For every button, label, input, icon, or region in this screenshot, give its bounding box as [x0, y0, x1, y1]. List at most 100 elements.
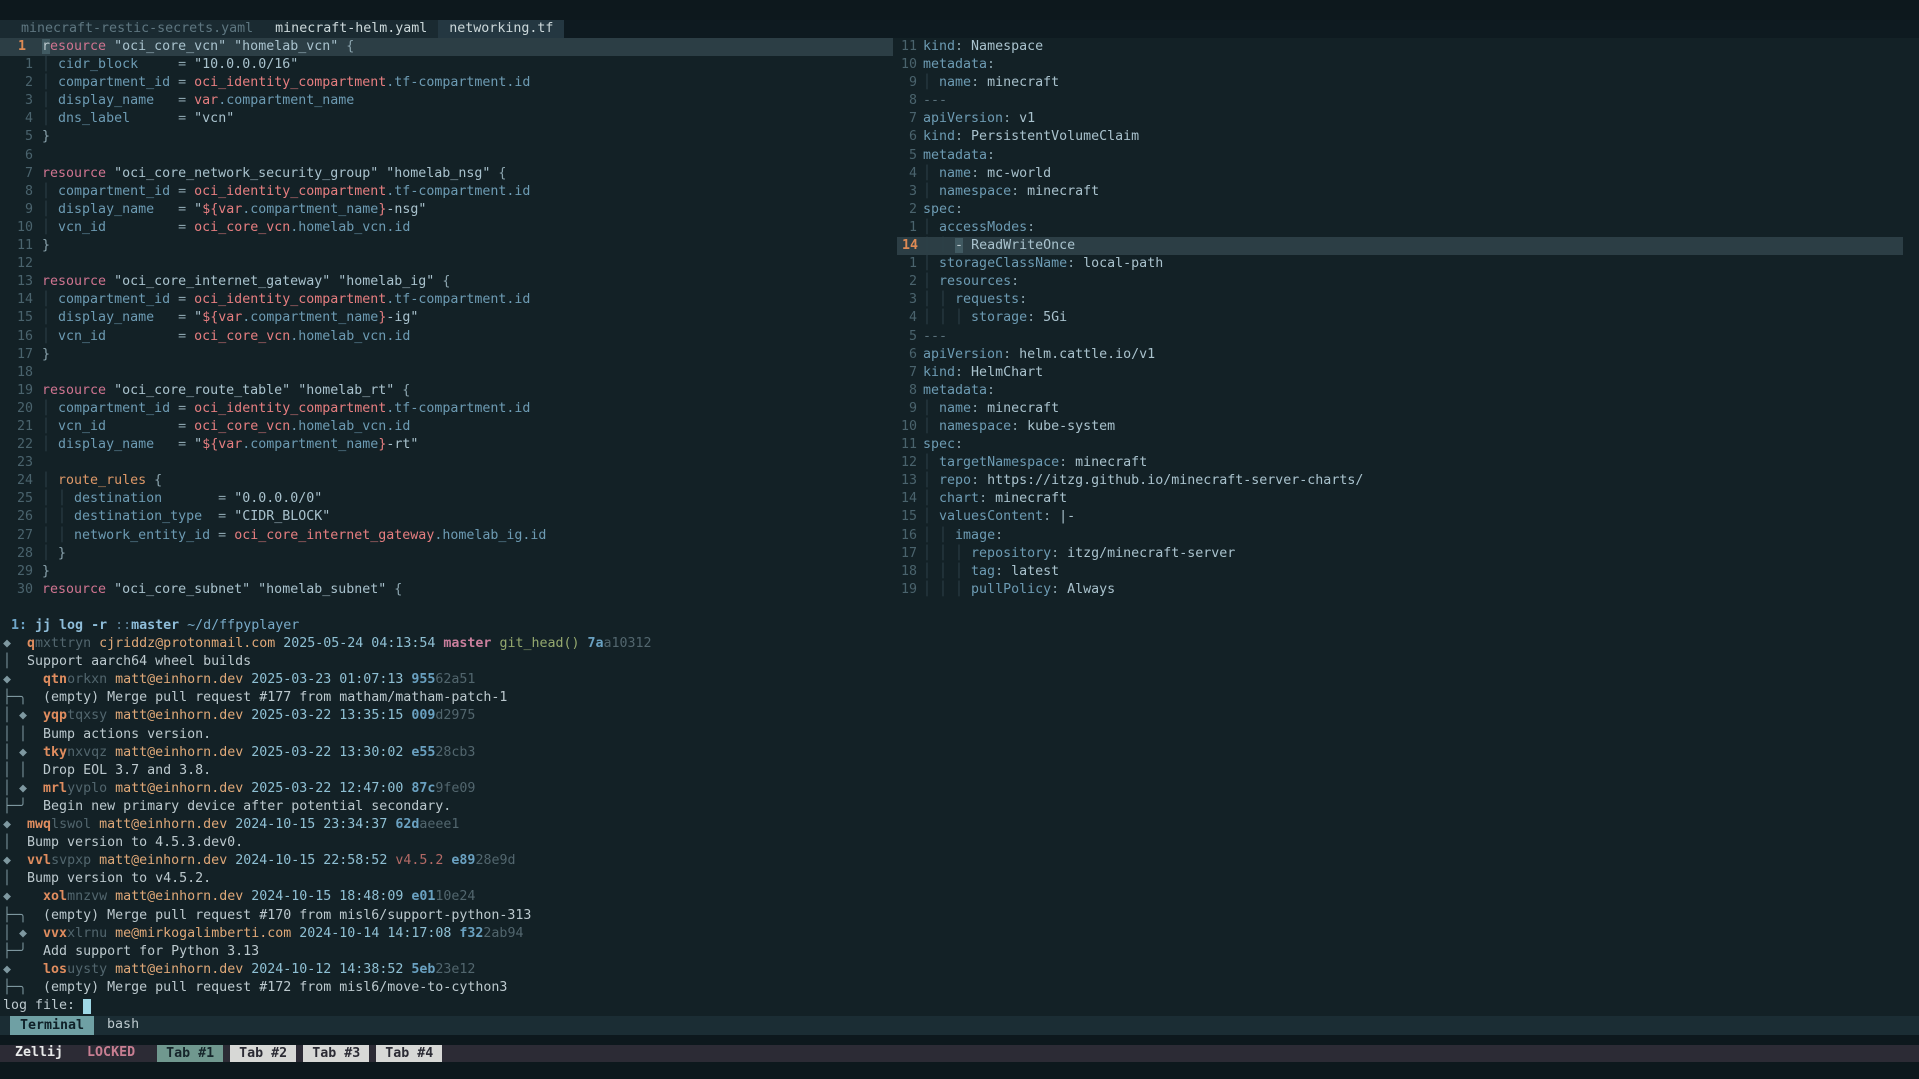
- line-number: 19: [897, 581, 923, 599]
- code-line: 6: [0, 147, 893, 165]
- bufferline-tabs: minecraft-restic-secrets.yamlminecraft-h…: [0, 20, 564, 38]
- line-number: 12: [897, 454, 923, 472]
- terminal-line: ├─╮ (empty) Merge pull request #170 from…: [3, 907, 1919, 925]
- line-number: 2: [0, 74, 42, 92]
- terminal-pane[interactable]: 1: jj log -r ::master ~/d/ffpyplayer◆ qm…: [0, 617, 1919, 1017]
- line-number: 23: [0, 454, 42, 472]
- zellij-tab[interactable]: Tab #3: [303, 1045, 369, 1062]
- code-line: 11kind: Namespace: [897, 38, 1903, 56]
- line-number: 9: [897, 74, 923, 92]
- code-line: 4│ │ │ storage: 5Gi: [897, 309, 1903, 327]
- line-number: 28: [0, 545, 42, 563]
- code-line: 2│ compartment_id = oci_identity_compart…: [0, 74, 893, 92]
- code-line: 19resource "oci_core_route_table" "homel…: [0, 382, 893, 400]
- code-line: 6kind: PersistentVolumeClaim: [897, 128, 1903, 146]
- code-line: 11spec:: [897, 436, 1903, 454]
- line-number: 13: [0, 273, 42, 291]
- line-number: 3: [0, 92, 42, 110]
- zellij-mode-indicator: LOCKED: [87, 1044, 135, 1062]
- code-line: 19│ │ │ pullPolicy: Always: [897, 581, 1903, 599]
- terminal-line: ├─╮ (empty) Merge pull request #177 from…: [3, 689, 1919, 707]
- line-number: 24: [0, 472, 42, 490]
- terminal-input-row[interactable]: log file:: [3, 997, 1919, 1015]
- line-number: 16: [0, 328, 42, 346]
- line-number: 16: [897, 527, 923, 545]
- zellij-tabs: Tab #1 Tab #2 Tab #3 Tab #4: [157, 1045, 442, 1062]
- code-line: 9│ display_name = "${var.compartment_nam…: [0, 201, 893, 219]
- editor-pane-networking-tf[interactable]: 1resource "oci_core_vcn" "homelab_vcn" {…: [0, 38, 893, 617]
- code-line: 7kind: HelmChart: [897, 364, 1903, 382]
- line-number: 22: [0, 436, 42, 454]
- line-number: 12: [0, 255, 42, 273]
- code-line: 17}: [0, 346, 893, 364]
- terminal-tab-badge[interactable]: Terminal: [10, 1016, 94, 1035]
- terminal-line: │ ◆ yqptqxsy matt@einhorn.dev 2025-03-22…: [3, 707, 1919, 725]
- line-number: 7: [897, 364, 923, 382]
- terminal-line: │ ◆ tkynxvqz matt@einhorn.dev 2025-03-22…: [3, 744, 1919, 762]
- line-number: 20: [0, 400, 42, 418]
- code-line: 30resource "oci_core_subnet" "homelab_su…: [0, 581, 893, 599]
- line-number: 26: [0, 508, 42, 526]
- helix-editor: minecraft-restic-secrets.yamlminecraft-h…: [0, 20, 1919, 617]
- terminal-tab-bar: Terminal bash: [0, 1016, 1919, 1035]
- code-line: 22│ display_name = "${var.compartment_na…: [0, 436, 893, 454]
- line-number: 9: [0, 201, 42, 219]
- code-line: 8│ compartment_id = oci_identity_compart…: [0, 183, 893, 201]
- code-line: 1│ accessModes:: [897, 219, 1903, 237]
- code-line: 14│ compartment_id = oci_identity_compar…: [0, 291, 893, 309]
- line-number: 6: [0, 147, 42, 165]
- zellij-tab[interactable]: Tab #1: [157, 1045, 223, 1062]
- line-number: 21: [0, 418, 42, 436]
- jj-log-output: 1: jj log -r ::master ~/d/ffpyplayer◆ qm…: [3, 617, 1919, 997]
- code-line: 7apiVersion: v1: [897, 110, 1903, 128]
- buffer-tab[interactable]: minecraft-helm.yaml: [264, 20, 438, 38]
- code-line: 21│ vcn_id = oci_core_vcn.homelab_vcn.id: [0, 418, 893, 436]
- line-number: 11: [897, 38, 923, 56]
- terminal-line: │ │ Bump actions version.: [3, 726, 1919, 744]
- line-number: 8: [0, 183, 42, 201]
- code-line: 27│ │ network_entity_id = oci_core_inter…: [0, 527, 893, 545]
- code-line: 1│ cidr_block = "10.0.0.0/16": [0, 56, 893, 74]
- line-number: 4: [897, 309, 923, 327]
- buffer-tab[interactable]: networking.tf: [438, 20, 564, 38]
- terminal-line: │ │ Drop EOL 3.7 and 3.8.: [3, 762, 1919, 780]
- line-number: 3: [897, 183, 923, 201]
- terminal-shell-label: bash: [107, 1016, 139, 1034]
- terminal-line: │ Bump version to v4.5.2.: [3, 870, 1919, 888]
- code-line: 1│ storageClassName: local-path: [897, 255, 1903, 273]
- code-line: 10│ namespace: kube-system: [897, 418, 1903, 436]
- code-line: 6apiVersion: helm.cattle.io/v1: [897, 346, 1903, 364]
- zellij-app-label: Zellij: [15, 1044, 63, 1062]
- line-number: 5: [897, 147, 923, 165]
- code-line: 25│ │ destination = "0.0.0.0/0": [0, 490, 893, 508]
- code-lines-minecraft-helm: 11kind: Namespace10metadata:9│ name: min…: [897, 38, 1919, 599]
- terminal-line: ◆ vvlsvpxp matt@einhorn.dev 2024-10-15 2…: [3, 852, 1919, 870]
- terminal-line: ◆ losuysty matt@einhorn.dev 2024-10-12 1…: [3, 961, 1919, 979]
- line-number: 1: [0, 38, 42, 56]
- editor-pane-minecraft-helm-yaml[interactable]: 11kind: Namespace10metadata:9│ name: min…: [897, 38, 1919, 617]
- code-line: 2│ resources:: [897, 273, 1903, 291]
- zellij-tab[interactable]: Tab #4: [376, 1045, 442, 1062]
- code-line: 28│ }: [0, 545, 893, 563]
- line-number: 17: [0, 346, 42, 364]
- terminal-line: │ Support aarch64 wheel builds: [3, 653, 1919, 671]
- code-line: 11}: [0, 237, 893, 255]
- code-line: 4│ name: mc-world: [897, 165, 1903, 183]
- code-line: 7resource "oci_core_network_security_gro…: [0, 165, 893, 183]
- terminal-line: ◆ xolmnzvw matt@einhorn.dev 2024-10-15 1…: [3, 888, 1919, 906]
- code-line: 8---: [897, 92, 1903, 110]
- line-number: 10: [897, 418, 923, 436]
- terminal-cursor: [83, 999, 91, 1014]
- line-number: 13: [897, 472, 923, 490]
- code-line: 3│ display_name = var.compartment_name: [0, 92, 893, 110]
- buffer-tab[interactable]: minecraft-restic-secrets.yaml: [10, 20, 264, 38]
- line-number: 7: [0, 165, 42, 183]
- code-line: 16│ │ image:: [897, 527, 1903, 545]
- helix-bufferline: minecraft-restic-secrets.yamlminecraft-h…: [0, 20, 1919, 38]
- code-line: 12│ targetNamespace: minecraft: [897, 454, 1903, 472]
- code-line: 5---: [897, 328, 1903, 346]
- line-number: 10: [897, 56, 923, 74]
- line-number: 2: [897, 201, 923, 219]
- zellij-tab[interactable]: Tab #2: [230, 1045, 296, 1062]
- line-number: 14: [897, 490, 923, 508]
